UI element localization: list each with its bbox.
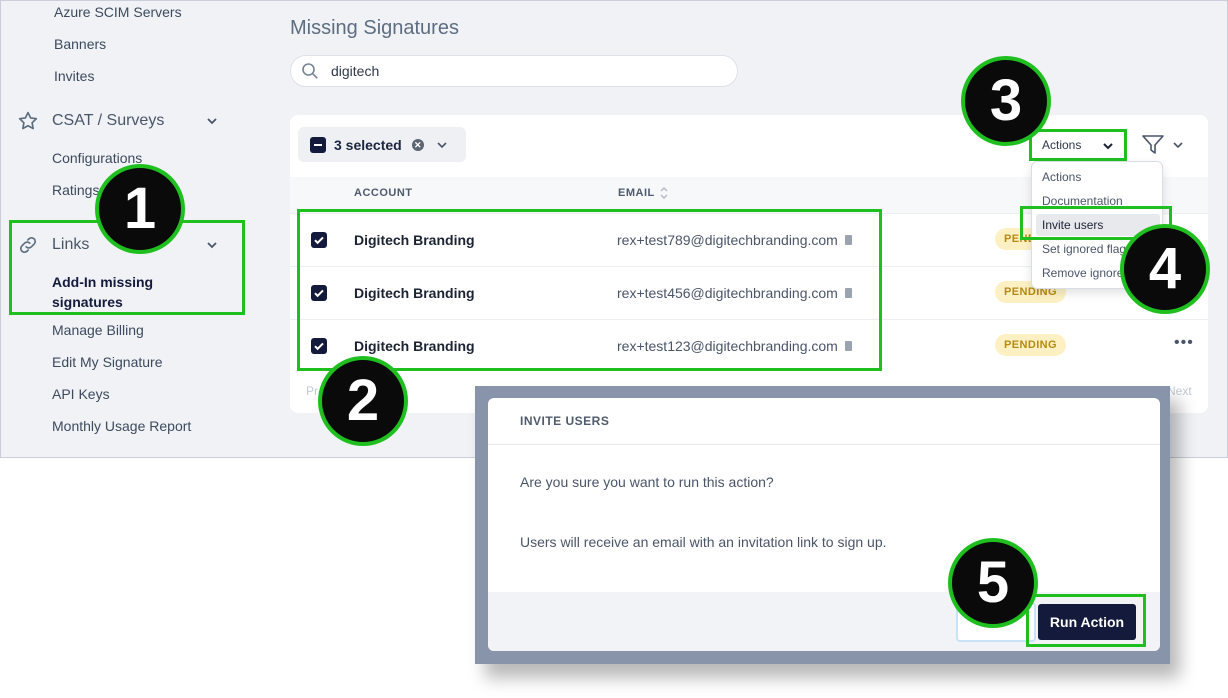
sidebar-item-ratings[interactable]: Ratings	[52, 182, 99, 198]
clear-selection-icon[interactable]: ✕	[411, 138, 424, 151]
page-title: Missing Signatures	[290, 17, 459, 39]
chevron-down-icon	[1103, 143, 1113, 150]
callout-4: 4	[1120, 224, 1210, 314]
selection-chip[interactable]: 3 selected ✕	[298, 127, 466, 162]
pagination-prev[interactable]: Pr	[306, 384, 318, 398]
chevron-down-icon[interactable]	[205, 114, 219, 128]
menu-item-set-ignored-flag[interactable]: Set ignored flag	[1042, 242, 1126, 256]
sidebar-section-label: CSAT / Surveys	[52, 112, 165, 129]
star-icon	[16, 109, 40, 133]
sidebar-item-banners[interactable]: Banners	[54, 36, 106, 52]
modal-question: Are you sure you want to run this action…	[520, 474, 774, 490]
pagination-next[interactable]: Next	[1167, 384, 1192, 398]
chevron-down-icon[interactable]	[1172, 139, 1184, 151]
sidebar-item-invites[interactable]: Invites	[54, 68, 94, 84]
highlight-box-rows	[297, 209, 882, 371]
actions-button-label: Actions	[1042, 138, 1082, 152]
menu-item-actions[interactable]: Actions	[1042, 170, 1081, 184]
sidebar-item-monthly-usage-report[interactable]: Monthly Usage Report	[52, 418, 191, 434]
sidebar-item-configurations[interactable]: Configurations	[52, 150, 142, 166]
sidebar-item-edit-my-signature[interactable]: Edit My Signature	[52, 354, 163, 370]
divider	[488, 444, 1160, 445]
search-box[interactable]	[290, 55, 738, 87]
callout-3: 3	[961, 56, 1051, 146]
sidebar-section-csat[interactable]: CSAT / Surveys	[16, 109, 164, 133]
actions-dropdown-button[interactable]: Actions	[1029, 129, 1127, 161]
callout-1: 1	[95, 164, 185, 254]
callout-2: 2	[318, 356, 408, 446]
bulk-select-checkbox[interactable]	[310, 136, 326, 153]
sidebar-item-azure-scim[interactable]: Azure SCIM Servers	[54, 4, 182, 20]
sort-icon[interactable]	[659, 186, 669, 200]
status-badge: PENDING	[995, 334, 1066, 356]
search-input[interactable]	[331, 63, 711, 79]
search-icon	[302, 63, 318, 79]
chevron-down-icon[interactable]	[436, 139, 448, 151]
callout-5: 5	[948, 538, 1038, 628]
highlight-box-run-action	[1026, 594, 1146, 647]
selected-count: 3 selected	[334, 136, 402, 153]
column-header-account[interactable]: ACCOUNT	[354, 187, 413, 199]
filter-icon[interactable]	[1141, 134, 1165, 156]
modal-info: Users will receive an email with an invi…	[520, 534, 887, 550]
column-header-email[interactable]: EMAIL	[618, 187, 655, 199]
sidebar-item-manage-billing[interactable]: Manage Billing	[52, 322, 144, 338]
modal-title: INVITE USERS	[520, 414, 610, 428]
menu-item-remove-ignore[interactable]: Remove ignore	[1042, 266, 1123, 280]
row-menu-icon[interactable]: •••	[1174, 334, 1194, 352]
sidebar-item-api-keys[interactable]: API Keys	[52, 386, 110, 402]
